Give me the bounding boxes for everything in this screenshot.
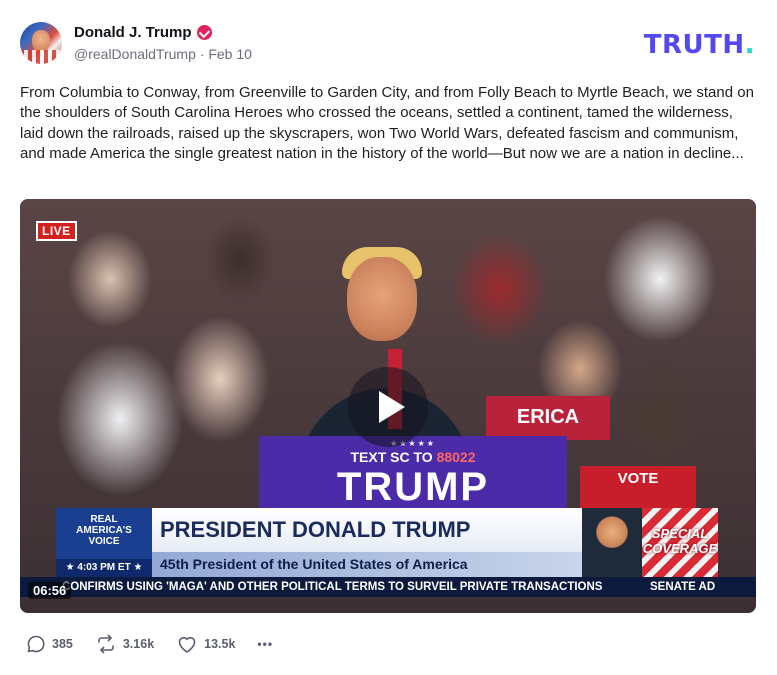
video-duration: 06:56 — [28, 582, 72, 599]
speaker-head — [347, 257, 417, 341]
author-avatar[interactable] — [20, 22, 62, 64]
like-button[interactable]: 13.5k — [176, 634, 235, 654]
crowd-sign-america: ERICA — [486, 396, 610, 440]
author-meta: @realDonaldTrump · Feb 10 — [74, 46, 252, 62]
truth-post: Donald J. Trump @realDonaldTrump · Feb 1… — [0, 0, 777, 675]
verified-badge-icon — [196, 25, 212, 40]
avatar-flag-stripes — [20, 50, 62, 64]
retruth-button[interactable]: 3.16k — [95, 634, 154, 654]
broadcast-time: ★ 4:03 PM ET ★ — [56, 559, 152, 577]
lower-third-photo — [582, 508, 642, 577]
news-ticker: CONFIRMS USING 'MAGA' AND OTHER POLITICA… — [20, 577, 756, 597]
post-actions: 385 3.16k 13.5k ••• — [26, 634, 295, 654]
post-text: From Columbia to Conway, from Greenville… — [20, 84, 754, 163]
like-count: 13.5k — [204, 637, 236, 651]
network-logo-line2: AMERICA'S — [76, 525, 132, 536]
reply-icon — [27, 635, 45, 653]
news-lower-third: REAL AMERICA'S VOICE ★ 4:03 PM ET ★ PRES… — [56, 508, 718, 577]
author-display-name[interactable]: Donald J. Trump — [74, 24, 192, 41]
network-logo: REAL AMERICA'S VOICE ★ 4:03 PM ET ★ — [56, 508, 152, 577]
podium-sign: ★★★★★ TEXT SC TO 88022 TRUMP — [259, 436, 567, 516]
heart-icon — [178, 636, 196, 653]
author-name-row: Donald J. Trump — [74, 24, 212, 41]
author-handle[interactable]: @realDonaldTrump — [74, 46, 196, 62]
network-logo-line3: VOICE — [88, 536, 120, 547]
podium-text-line: TEXT SC TO 88022 — [259, 449, 567, 465]
reply-count: 385 — [52, 637, 73, 651]
post-date[interactable]: Feb 10 — [208, 46, 252, 62]
podium-stars: ★★★★★ — [390, 439, 436, 448]
lower-third-subheadline: 45th President of the United States of A… — [152, 552, 582, 577]
lower-third-headline: PRESIDENT DONALD TRUMP — [152, 508, 582, 552]
live-badge: LIVE — [36, 221, 77, 241]
reply-button[interactable]: 385 — [26, 634, 73, 654]
podium-text-prefix: TEXT SC TO — [350, 449, 433, 465]
retruth-icon — [98, 634, 114, 654]
truth-logo-text: TRUTH — [643, 30, 745, 60]
more-options-icon: ••• — [257, 637, 274, 651]
ticker-main-text: CONFIRMS USING 'MAGA' AND OTHER POLITICA… — [62, 581, 603, 593]
crowd-sign-vote: VOTE — [580, 466, 696, 512]
truth-logo-dot: . — [744, 30, 755, 60]
podium-big-text: TRUMP — [336, 465, 490, 509]
meta-separator: · — [199, 46, 205, 62]
avatar-face — [32, 30, 50, 52]
truth-logo[interactable]: TRUTH. — [644, 30, 755, 60]
ticker-right-text: SENATE AD — [650, 581, 716, 593]
play-button-icon[interactable] — [348, 367, 428, 447]
network-logo-line1: REAL — [90, 514, 118, 525]
retruth-count: 3.16k — [122, 637, 155, 651]
special-coverage-badge: SPECIAL COVERAGE — [642, 508, 718, 577]
podium-text-number: 88022 — [436, 449, 476, 465]
more-options-button[interactable]: ••• — [257, 637, 273, 651]
